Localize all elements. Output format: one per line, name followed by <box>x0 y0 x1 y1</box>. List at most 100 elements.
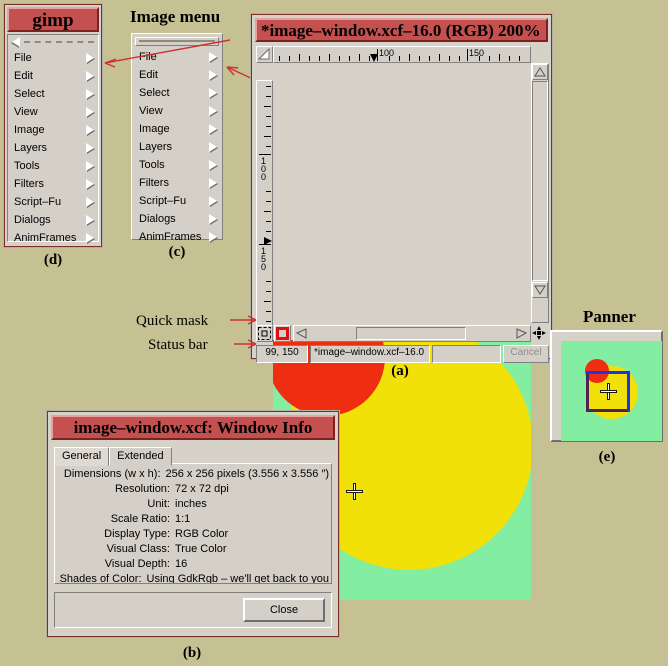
menu-item-label: Layers <box>14 142 48 154</box>
info-row-key: Visual Depth: <box>104 558 170 570</box>
menu-item-label: Image <box>14 124 45 136</box>
callout-status-bar-label: Status bar <box>148 337 208 353</box>
scroll-left-button[interactable] <box>294 326 310 341</box>
toolbox-menu-item-view[interactable]: View <box>8 103 98 121</box>
image-window-body: 100 150 1 0 0 1 5 0 <box>256 46 549 600</box>
image-window: *image–window.xcf–16.0 (RGB) 200% 100 15… <box>251 14 552 600</box>
image-menu-item-layers[interactable]: Layers <box>133 138 221 156</box>
menu-item-label: File <box>14 52 32 64</box>
status-position-field: 99, 150 <box>256 345 308 363</box>
vertical-scrollbar-thumb[interactable] <box>532 81 548 281</box>
status-cancel-button[interactable]: Cancel <box>503 345 549 363</box>
menu-item-label: Layers <box>139 141 173 153</box>
scroll-up-button[interactable] <box>532 64 548 80</box>
window-info-body: General Extended Dimensions (w x h): 256 x… <box>54 446 332 586</box>
info-row-value: 256 x 256 pixels (3.556 x 3.556 ″) <box>165 468 330 480</box>
quick-mask-off-button[interactable] <box>256 325 273 342</box>
ruler-origin-button[interactable] <box>256 46 273 63</box>
status-progress-bar <box>432 345 501 363</box>
info-row: Unit: inches <box>57 497 329 512</box>
image-menu-item-file[interactable]: File <box>133 48 221 66</box>
menu-item-label: Dialogs <box>14 214 51 226</box>
horizontal-scrollbar-thumb[interactable] <box>356 327 466 340</box>
tearoff-arrow-icon <box>12 37 20 47</box>
toolbox-menu-tearoff[interactable] <box>8 35 98 49</box>
submenu-arrow-icon <box>86 107 94 117</box>
toolbox-menu-item-edit[interactable]: Edit <box>8 67 98 85</box>
menu-item-label: Edit <box>14 70 33 82</box>
window-info-titlebar: image–window.xcf: Window Info <box>51 415 335 440</box>
info-row: Visual Depth: 16 <box>57 557 329 572</box>
quick-mask-on-button[interactable] <box>274 325 291 342</box>
info-row: Visual Class: True Color <box>57 542 329 557</box>
image-menu-tearoff[interactable] <box>135 37 219 46</box>
window-info-table: Dimensions (w x h): 256 x 256 pixels (3.5… <box>54 463 332 584</box>
image-menu-item-dialogs[interactable]: Dialogs <box>133 210 221 228</box>
submenu-arrow-icon <box>209 232 217 242</box>
info-row-key: Display Type: <box>104 528 170 540</box>
info-row: Shades of Color: Using GdkRgb – we'll get… <box>57 572 329 583</box>
vertical-scrollbar[interactable] <box>531 63 549 323</box>
navigation-preview-button[interactable] <box>532 326 548 342</box>
status-bar: 99, 150 *image–window.xcf–16.0 Cancel <box>256 345 549 363</box>
image-menu-window: File Edit Select View Image Layers Tools Filter… <box>131 33 223 243</box>
image-window-title: *image–window.xcf–16.0 (RGB) 200% <box>261 21 541 40</box>
tab-extended[interactable]: Extended <box>109 447 172 466</box>
toolbox-menu-item-animframes[interactable]: AnimFrames <box>8 229 98 247</box>
submenu-arrow-icon <box>209 70 217 80</box>
scroll-right-button[interactable] <box>514 326 530 341</box>
cursor-crosshair-icon <box>347 484 362 499</box>
toolbox-menu-item-tools[interactable]: Tools <box>8 157 98 175</box>
submenu-arrow-icon <box>86 215 94 225</box>
tab-general[interactable]: General <box>54 447 110 466</box>
toolbox-menu-item-image[interactable]: Image <box>8 121 98 139</box>
image-menu-item-image[interactable]: Image <box>133 120 221 138</box>
close-button[interactable]: Close <box>243 598 325 622</box>
info-row: Dimensions (w x h): 256 x 256 pixels (3.5… <box>57 467 329 482</box>
info-row-value: 1:1 <box>175 513 191 525</box>
tearoff-dashes <box>24 41 94 43</box>
image-menu-item-select[interactable]: Select <box>133 84 221 102</box>
vertical-ruler[interactable]: 100 150 <box>256 80 273 340</box>
horizontal-ruler[interactable]: 100 150 <box>273 46 531 63</box>
info-row: Resolution: 72 x 72 dpi <box>57 482 329 497</box>
panner-preview[interactable] <box>561 341 662 441</box>
menu-item-label: View <box>14 106 38 118</box>
toolbox-menu-item-script-fu[interactable]: Script–Fu <box>8 193 98 211</box>
toolbox-menu-titlebar: gimp <box>7 7 99 32</box>
info-row-key: Scale Ratio: <box>110 513 170 525</box>
toolbox-menu-item-dialogs[interactable]: Dialogs <box>8 211 98 229</box>
window-info-title: image–window.xcf: Window Info <box>73 418 313 437</box>
toolbox-menu-window: gimp File Edit Select View Image Layers Tools F… <box>4 4 102 247</box>
info-row-key: Resolution: <box>114 483 170 495</box>
image-menu-item-edit[interactable]: Edit <box>133 66 221 84</box>
toolbox-menu-item-layers[interactable]: Layers <box>8 139 98 157</box>
window-info-action-area: Close <box>54 592 332 628</box>
toolbox-menu-item-file[interactable]: File <box>8 49 98 67</box>
image-menu-item-tools[interactable]: Tools <box>133 156 221 174</box>
menu-item-label: Filters <box>14 178 44 190</box>
horizontal-scrollbar[interactable] <box>293 325 531 342</box>
submenu-arrow-icon <box>209 178 217 188</box>
menu-item-label: Select <box>14 88 45 100</box>
panner-window[interactable] <box>550 330 663 442</box>
window-info-tabs: General Extended <box>54 446 332 466</box>
toolbox-menu-item-filters[interactable]: Filters <box>8 175 98 193</box>
image-menu-item-view[interactable]: View <box>133 102 221 120</box>
submenu-arrow-icon <box>86 197 94 207</box>
toolbox-menu-list: File Edit Select View Image Layers Tools Filter… <box>7 34 99 244</box>
toolbox-menu-item-select[interactable]: Select <box>8 85 98 103</box>
info-row-value: RGB Color <box>175 528 229 540</box>
menu-item-label: Image <box>139 123 170 135</box>
info-row-key: Unit: <box>147 498 170 510</box>
menu-item-label: File <box>139 51 157 63</box>
scroll-down-button[interactable] <box>532 282 548 298</box>
image-menu-item-filters[interactable]: Filters <box>133 174 221 192</box>
submenu-arrow-icon <box>86 125 94 135</box>
image-window-titlebar: *image–window.xcf–16.0 (RGB) 200% <box>255 18 548 42</box>
image-menu-item-script-fu[interactable]: Script–Fu <box>133 192 221 210</box>
menu-item-label: Filters <box>139 177 169 189</box>
figure-label-c: (c) <box>168 244 186 260</box>
submenu-arrow-icon <box>209 142 217 152</box>
figure-label-b: (b) <box>182 645 202 661</box>
